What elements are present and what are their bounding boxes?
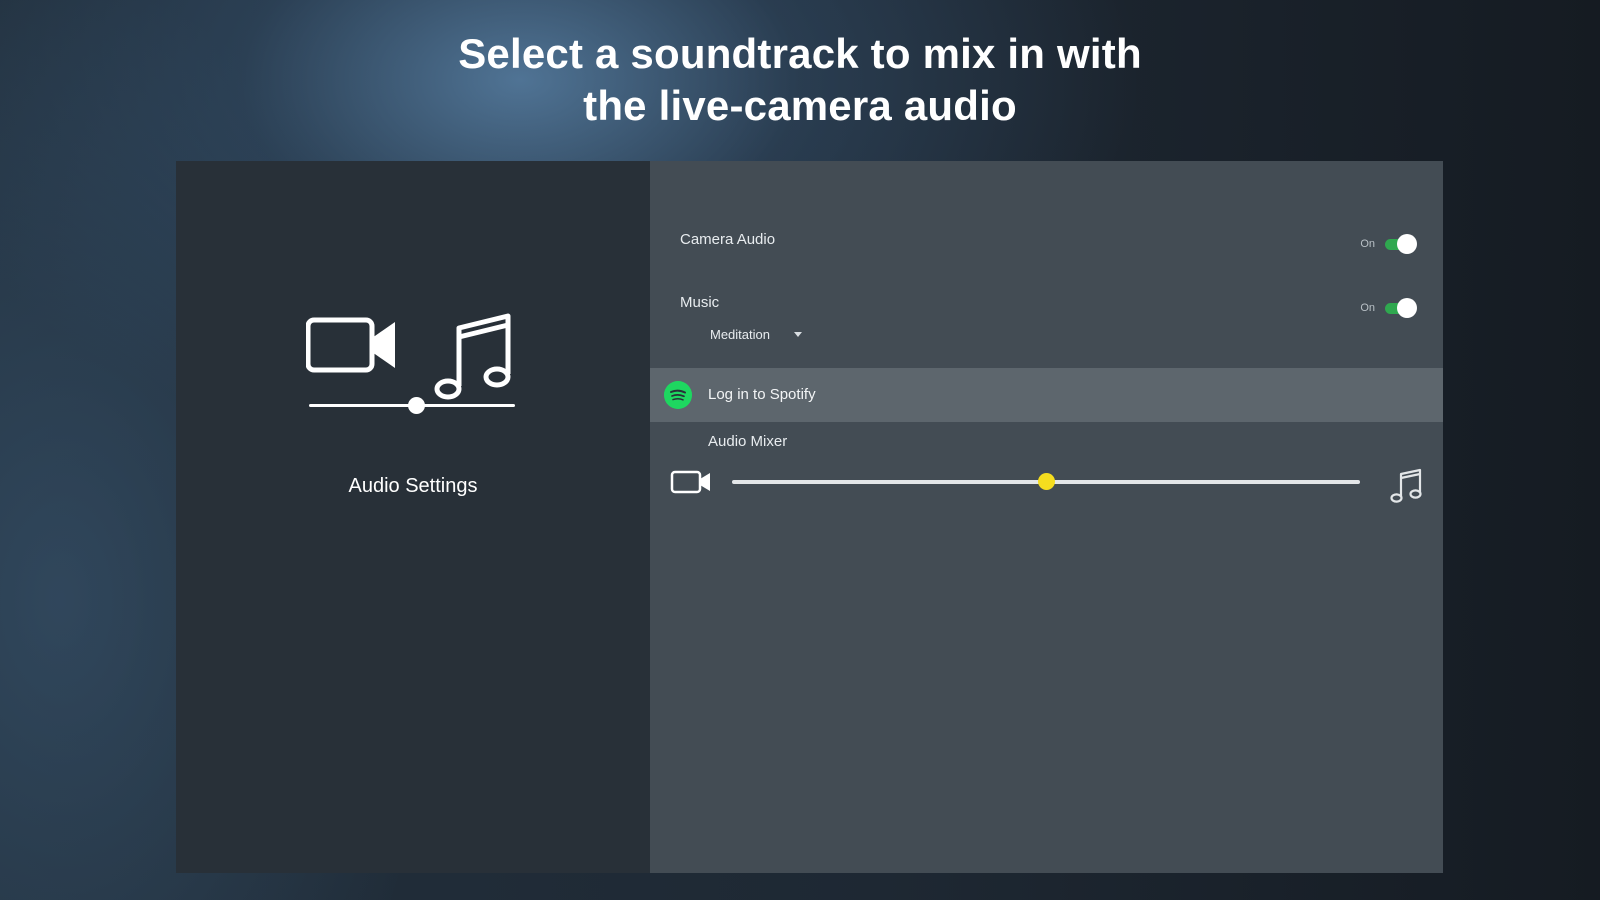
- music-note-icon: [1390, 468, 1422, 503]
- music-switch[interactable]: [1385, 298, 1417, 318]
- camera-audio-state: On: [1360, 238, 1375, 250]
- spotify-icon: [664, 381, 692, 409]
- audio-mixer-knob[interactable]: [1038, 473, 1055, 490]
- spotify-login-label: Log in to Spotify: [708, 386, 816, 403]
- audio-settings-panel: Camera Audio On Music On Meditation Log …: [650, 161, 1443, 873]
- balance-slider-knob[interactable]: [408, 397, 426, 414]
- audio-settings-sidebar: Audio Settings: [176, 161, 650, 873]
- camera-music-balance-slider[interactable]: [309, 397, 515, 414]
- video-camera-icon: [670, 470, 710, 494]
- selected-track: Meditation: [710, 327, 770, 342]
- headline-line-1: Select a soundtrack to mix in with: [458, 30, 1142, 77]
- music-note-icon: [434, 313, 511, 400]
- camera-audio-switch[interactable]: [1385, 234, 1417, 254]
- video-camera-icon: [306, 317, 395, 373]
- camera-audio-toggle[interactable]: On: [1360, 234, 1417, 254]
- app-screen: Audio Settings Camera Audio On Music On …: [176, 161, 1443, 873]
- audio-settings-hero-icons: [306, 313, 511, 400]
- spotify-login-button[interactable]: Log in to Spotify: [650, 368, 1443, 422]
- camera-audio-label: Camera Audio: [680, 231, 776, 248]
- promo-headline: Select a soundtrack to mix in with the l…: [0, 28, 1600, 132]
- toggle-knob: [1397, 298, 1417, 318]
- music-track-dropdown[interactable]: Meditation: [710, 327, 802, 342]
- audio-mixer-slider[interactable]: [732, 473, 1360, 490]
- music-toggle[interactable]: On: [1360, 298, 1417, 318]
- chevron-down-icon: [793, 332, 802, 337]
- headline-line-2: the live-camera audio: [583, 82, 1017, 129]
- music-state: On: [1360, 302, 1375, 314]
- toggle-knob: [1397, 234, 1417, 254]
- audio-mixer-label: Audio Mixer: [708, 433, 788, 450]
- audio-settings-title: Audio Settings: [348, 475, 478, 497]
- music-label: Music: [680, 294, 720, 311]
